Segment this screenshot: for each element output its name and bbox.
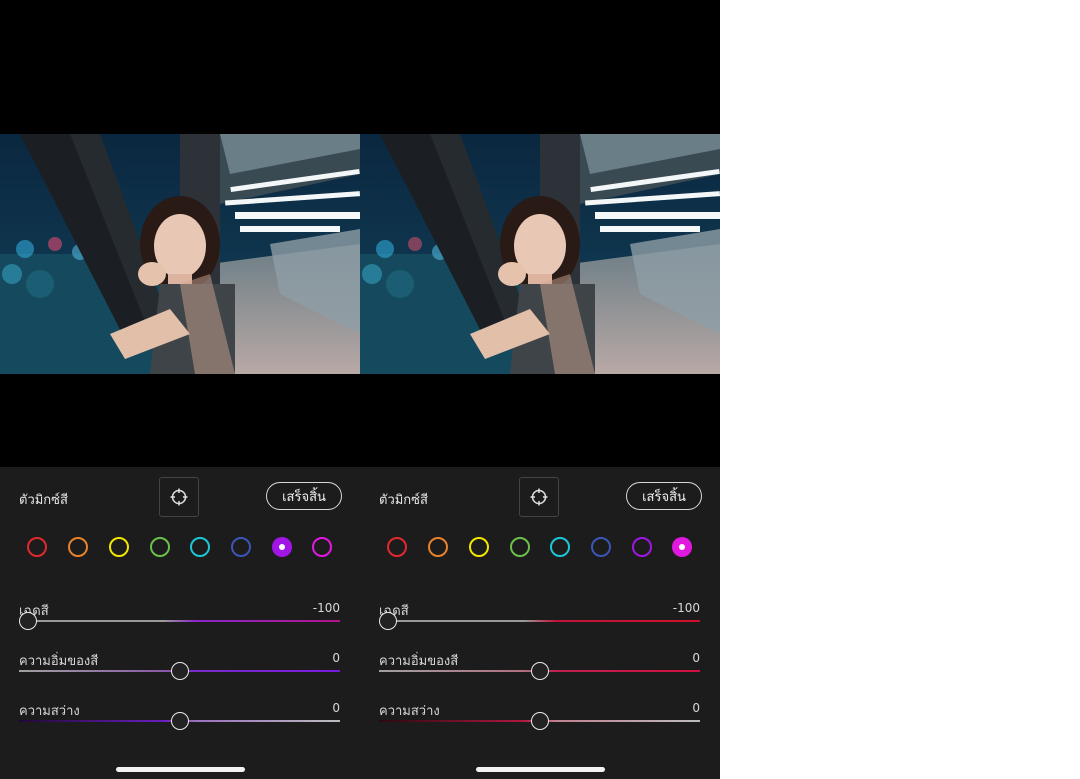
crosshair-icon (530, 488, 548, 506)
color-mixer-panel-left: ตัวมิกซ์สี เสร็จสิ้น เฉดสี -100 ความอิ่มข… (0, 467, 360, 779)
swatch-magenta[interactable] (312, 537, 332, 557)
slider-label: ความอิ่มของสี (379, 654, 459, 669)
home-indicator[interactable] (116, 767, 245, 772)
swatch-orange[interactable] (68, 537, 88, 557)
photo-right (360, 134, 720, 374)
slider-value: 0 (692, 701, 700, 715)
slider-thumb[interactable] (530, 662, 549, 680)
slider-value: 0 (332, 651, 340, 665)
slider-hue: เฉดสี -100 (0, 600, 360, 650)
phone-screen-right: ตัวมิกซ์สี เสร็จสิ้น เฉดสี -100 ความอิ่มข… (360, 0, 720, 779)
photo-left (0, 134, 360, 374)
targeted-adjustment-button[interactable] (159, 477, 199, 517)
swatch-blue[interactable] (231, 537, 251, 557)
swatch-purple[interactable] (272, 537, 292, 557)
slider-hue: เฉดสี -100 (360, 600, 720, 650)
slider-thumb[interactable] (170, 712, 189, 730)
targeted-adjustment-button[interactable] (519, 477, 559, 517)
phone-screen-left: ตัวมิกซ์สี เสร็จสิ้น เฉดสี -100 ความอิ่มข… (0, 0, 360, 779)
home-indicator[interactable] (476, 767, 605, 772)
swatch-green[interactable] (510, 537, 530, 557)
slider-value: -100 (312, 601, 340, 615)
slider-thumb[interactable] (19, 612, 37, 630)
slider-luminance: ความสว่าง 0 (360, 700, 720, 750)
slider-label: ความสว่าง (379, 704, 440, 719)
slider-track[interactable] (19, 620, 340, 622)
swatch-magenta[interactable] (672, 537, 692, 557)
slider-thumb[interactable] (379, 612, 397, 630)
slider-saturation: ความอิ่มของสี 0 (360, 650, 720, 700)
slider-thumb[interactable] (530, 712, 549, 730)
done-button[interactable]: เสร็จสิ้น (266, 482, 342, 510)
swatch-red[interactable] (387, 537, 407, 557)
slider-label: ความสว่าง (19, 704, 80, 719)
swatch-green[interactable] (150, 537, 170, 557)
color-mixer-panel-right: ตัวมิกซ์สี เสร็จสิ้น เฉดสี -100 ความอิ่มข… (360, 467, 720, 779)
slider-track[interactable] (379, 620, 700, 622)
color-mixer-title: ตัวมิกซ์สี (379, 493, 428, 508)
comparison-stage: ตัวมิกซ์สี เสร็จสิ้น เฉดสี -100 ความอิ่มข… (0, 0, 720, 779)
swatch-yellow[interactable] (469, 537, 489, 557)
slider-value: -100 (672, 601, 700, 615)
swatch-orange[interactable] (428, 537, 448, 557)
swatch-red[interactable] (27, 537, 47, 557)
color-mixer-title: ตัวมิกซ์สี (19, 493, 68, 508)
slider-value: 0 (692, 651, 700, 665)
slider-thumb[interactable] (170, 662, 189, 680)
swatch-blue[interactable] (591, 537, 611, 557)
color-swatches (360, 537, 720, 559)
slider-saturation: ความอิ่มของสี 0 (0, 650, 360, 700)
done-button[interactable]: เสร็จสิ้น (626, 482, 702, 510)
swatch-purple[interactable] (632, 537, 652, 557)
swatch-aqua[interactable] (190, 537, 210, 557)
crosshair-icon (170, 488, 188, 506)
slider-luminance: ความสว่าง 0 (0, 700, 360, 750)
swatch-aqua[interactable] (550, 537, 570, 557)
swatch-yellow[interactable] (109, 537, 129, 557)
slider-value: 0 (332, 701, 340, 715)
color-swatches (0, 537, 360, 559)
slider-label: ความอิ่มของสี (19, 654, 99, 669)
